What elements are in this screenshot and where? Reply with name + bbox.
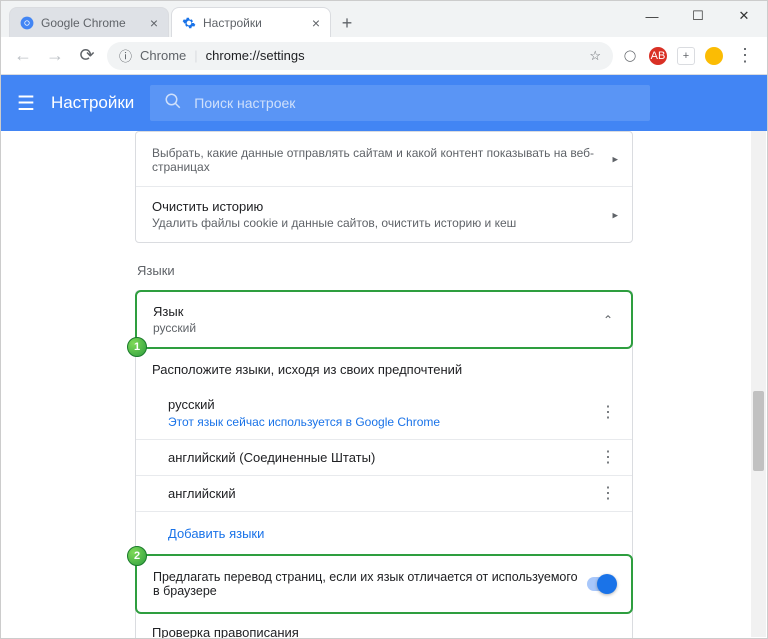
scrollbar[interactable]: [751, 131, 766, 637]
more-icon[interactable]: ⋮: [600, 456, 616, 460]
chrome-favicon: [20, 16, 34, 30]
tab-close-icon[interactable]: ×: [312, 15, 320, 31]
spellcheck-label: Проверка правописания: [152, 625, 616, 638]
tab-title: Google Chrome: [41, 16, 126, 30]
more-icon[interactable]: ⋮: [600, 492, 616, 496]
translate-label: Предлагать перевод страниц, если их язык…: [153, 570, 587, 598]
info-icon: ⓘ: [119, 46, 132, 65]
content-settings-row[interactable]: Выбрать, какие данные отправлять сайтам …: [136, 132, 632, 187]
plus-icon[interactable]: +: [677, 47, 695, 65]
hamburger-icon[interactable]: ☰: [17, 91, 35, 116]
translate-offer-row: Предлагать перевод страниц, если их язык…: [137, 556, 631, 612]
address-bar[interactable]: ⓘ Chrome | chrome://settings ☆: [107, 42, 613, 70]
window-minimize[interactable]: —: [629, 1, 675, 31]
avatar-icon[interactable]: [705, 47, 723, 65]
lang-name: английский: [168, 486, 616, 501]
chevron-right-icon: ▸: [612, 153, 618, 166]
content-area: Выбрать, какие данные отправлять сайтам …: [1, 131, 767, 638]
lang-name: русский: [168, 397, 616, 412]
search-input[interactable]: [194, 95, 636, 111]
url-text: chrome://settings: [206, 48, 305, 63]
extension-icons: ◯ AB + ⋮: [621, 44, 757, 68]
new-tab-button[interactable]: +: [333, 9, 361, 37]
tab-close-icon[interactable]: ×: [150, 15, 158, 31]
row-subtitle: Выбрать, какие данные отправлять сайтам …: [152, 146, 616, 174]
settings-header: ☰ Настройки: [1, 75, 767, 131]
lang-note: Этот язык сейчас используется в Google C…: [168, 415, 616, 429]
tab-google-chrome[interactable]: Google Chrome ×: [9, 7, 169, 37]
language-instruction: Расположите языки, исходя из своих предп…: [136, 348, 632, 387]
search-icon: [164, 92, 182, 115]
lang-name: английский (Соединенные Штаты): [168, 450, 616, 465]
window-close[interactable]: ✕: [721, 1, 767, 31]
language-expand-row[interactable]: Язык русский ⌃: [137, 292, 631, 347]
row-title: Очистить историю: [152, 199, 616, 214]
reload-icon[interactable]: ⟳: [75, 44, 99, 68]
chevron-down-icon: ⌄: [604, 634, 614, 639]
tab-settings[interactable]: Настройки ×: [171, 7, 331, 37]
back-icon[interactable]: ←: [11, 44, 35, 68]
language-item-en-us: английский (Соединенные Штаты) ⋮: [136, 440, 632, 476]
spellcheck-row[interactable]: Проверка правописания русский ⌄: [136, 613, 632, 638]
language-item-en: английский ⋮: [136, 476, 632, 512]
chevron-right-icon: ▸: [612, 208, 618, 221]
chevron-up-icon: ⌃: [603, 313, 613, 327]
adblock-icon[interactable]: AB: [649, 47, 667, 65]
more-icon[interactable]: ⋮: [600, 411, 616, 415]
language-value: русский: [153, 321, 615, 335]
row-subtitle: Удалить файлы cookie и данные сайтов, оч…: [152, 216, 616, 230]
annotation-badge-2: 2: [127, 546, 147, 566]
scrollbar-thumb[interactable]: [753, 391, 764, 471]
add-languages-link[interactable]: Добавить языки: [136, 512, 632, 555]
tab-title: Настройки: [203, 16, 262, 30]
highlight-1: Язык русский ⌃ 1: [135, 290, 633, 349]
url-scheme: Chrome: [140, 48, 186, 63]
separator: |: [194, 48, 197, 63]
forward-icon[interactable]: →: [43, 44, 67, 68]
annotation-badge-1: 1: [127, 337, 147, 357]
star-icon[interactable]: ☆: [589, 48, 601, 64]
translate-toggle[interactable]: [587, 577, 615, 591]
languages-heading: Языки: [137, 263, 633, 278]
menu-icon[interactable]: ⋮: [733, 44, 757, 68]
highlight-2: Предлагать перевод страниц, если их язык…: [135, 554, 633, 614]
settings-search[interactable]: [150, 85, 650, 121]
clear-history-row[interactable]: Очистить историю Удалить файлы cookie и …: [136, 187, 632, 242]
page-title: Настройки: [51, 93, 134, 113]
gear-favicon: [182, 16, 196, 30]
yandex-icon[interactable]: ◯: [621, 47, 639, 65]
browser-toolbar: ← → ⟳ ⓘ Chrome | chrome://settings ☆ ◯ A…: [1, 37, 767, 75]
languages-card: Язык русский ⌃ 1 Расположите языки, исхо…: [135, 290, 633, 638]
window-maximize[interactable]: ☐: [675, 1, 721, 31]
privacy-card: Выбрать, какие данные отправлять сайтам …: [135, 131, 633, 243]
language-label: Язык: [153, 304, 615, 319]
language-item-russian: русский Этот язык сейчас используется в …: [136, 387, 632, 440]
